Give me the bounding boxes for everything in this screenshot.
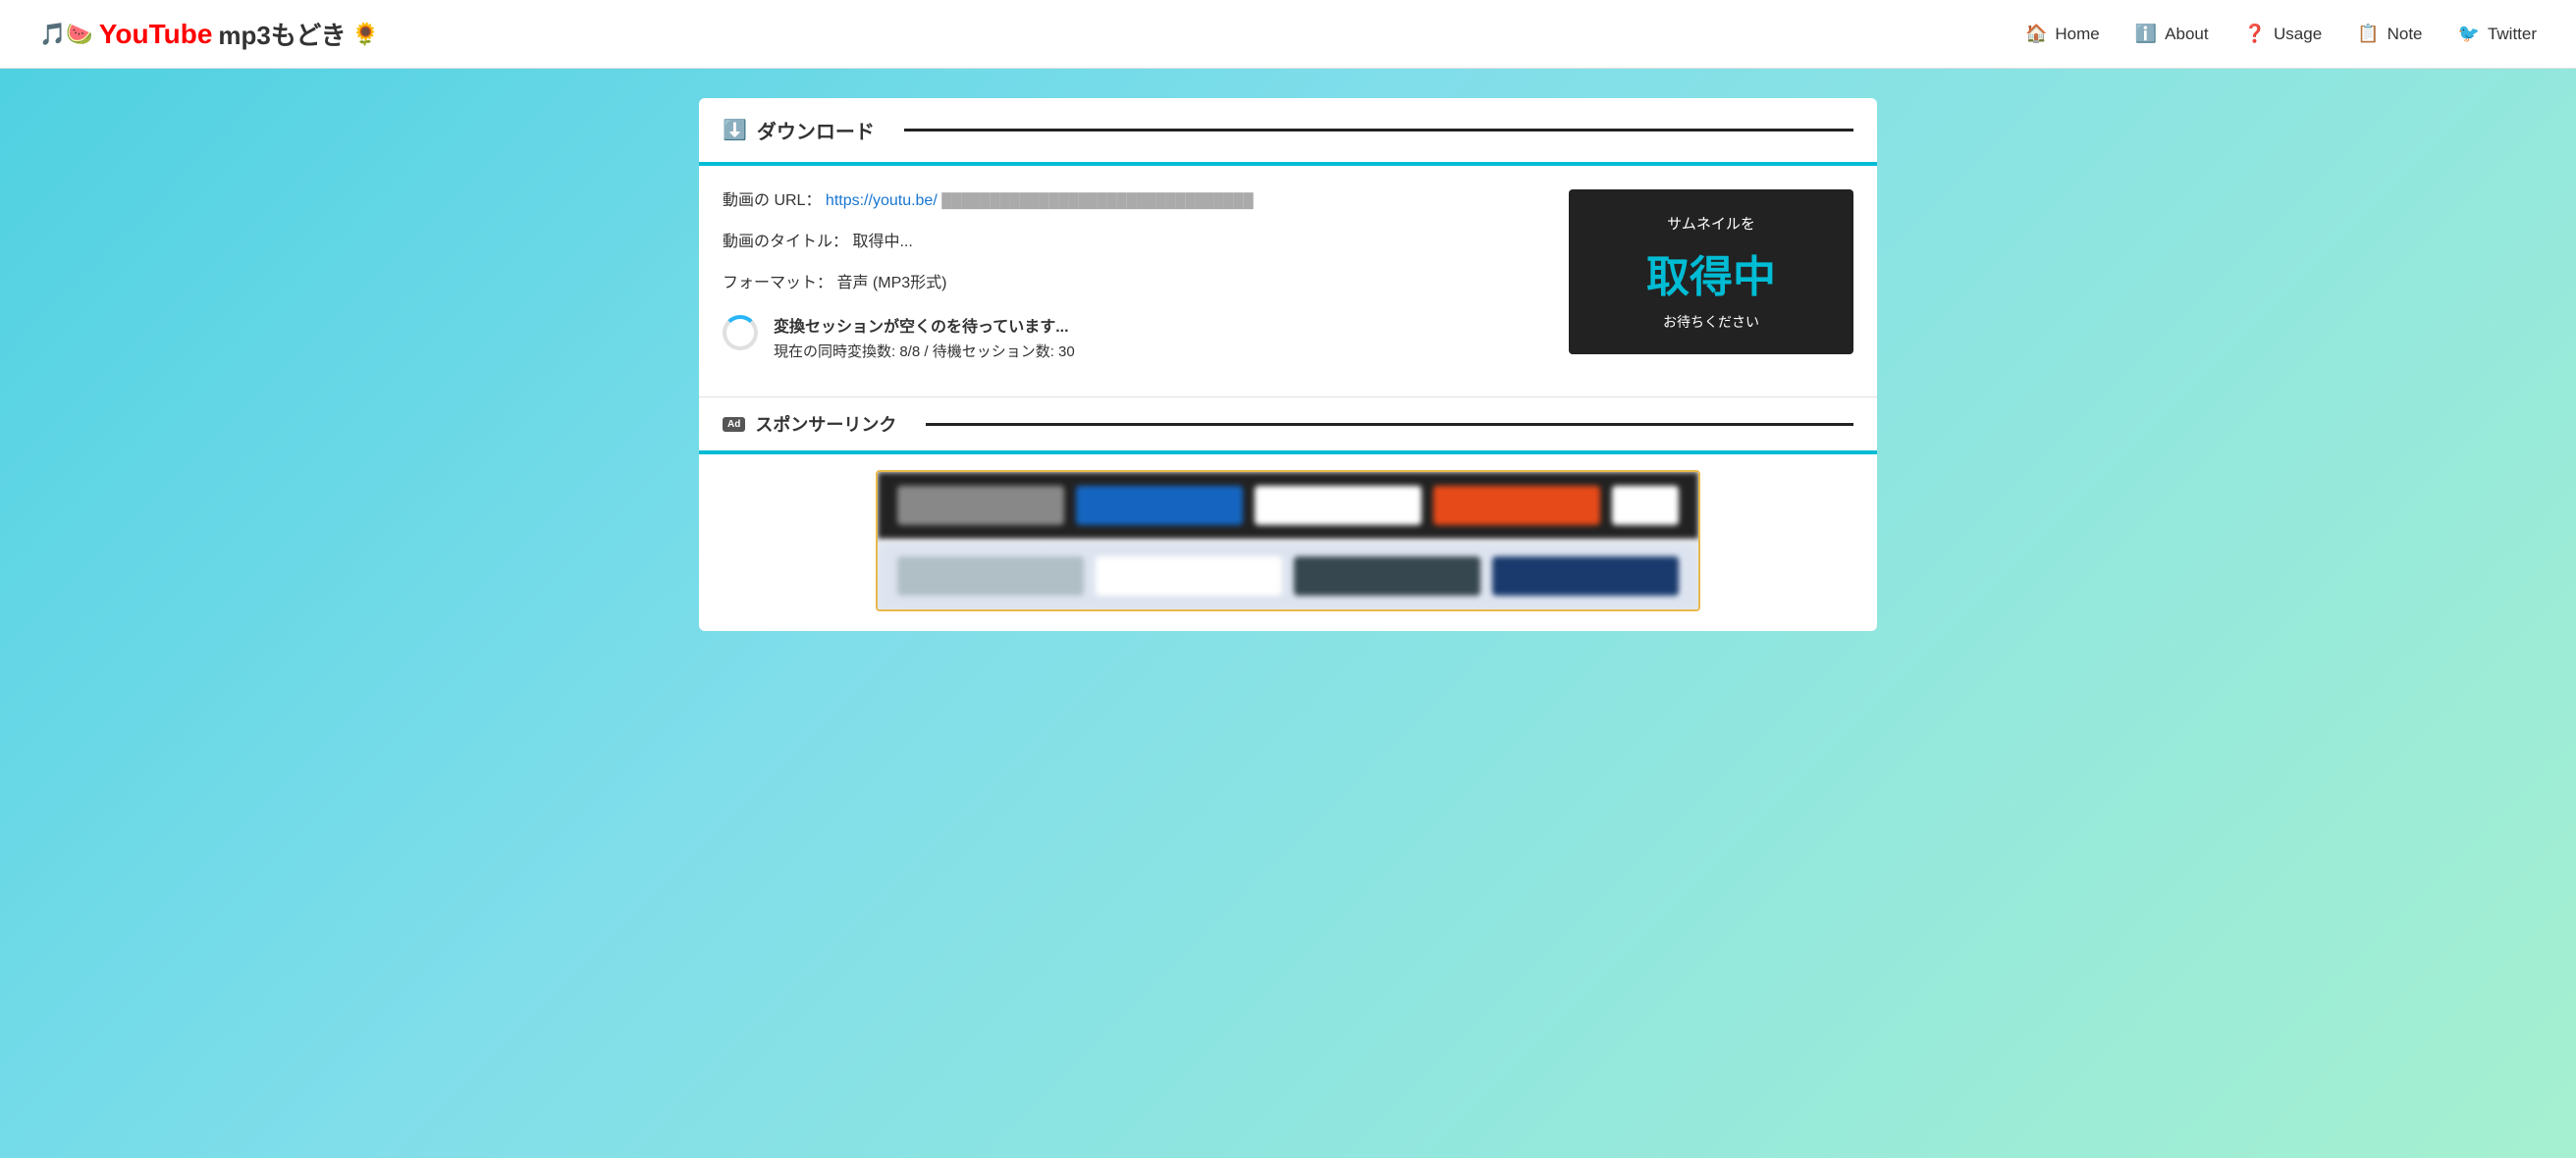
home-icon: 🏠 <box>2025 24 2047 44</box>
note-icon: 📋 <box>2357 24 2379 44</box>
logo-youtube: YouTube <box>99 19 213 50</box>
logo: 🎵🍉 YouTube mp3もどき 🌻 <box>39 16 379 52</box>
ad-row-1 <box>878 472 1698 539</box>
ad-block-4 <box>1433 486 1600 525</box>
main-wrapper: ⬇️ ダウンロード 動画の URL： https://youtu.be/ ███… <box>0 69 2576 660</box>
ad-area <box>699 454 1877 631</box>
waiting-text: 変換セッションが空くのを待っています... 現在の同時変換数: 8/8 / 待機… <box>774 313 1075 365</box>
title-row: 動画のタイトル： 取得中... <box>723 231 1549 254</box>
format-label: フォーマット： <box>723 275 832 291</box>
nav-home[interactable]: 🏠 Home <box>2025 24 2100 44</box>
url-value[interactable]: https://youtu.be/ <box>826 192 938 209</box>
ad-inner <box>878 472 1698 609</box>
ad-block-3 <box>1255 486 1422 525</box>
url-row: 動画の URL： https://youtu.be/ █████████████… <box>723 189 1549 213</box>
main-nav: 🏠 Home ℹ️ About ❓ Usage 📋 Note 🐦 Twitter <box>2025 24 2537 44</box>
nav-note-label: Note <box>2388 25 2423 44</box>
url-blurred: ████████████████████████████████ <box>941 192 1253 208</box>
nav-about-label: About <box>2165 25 2208 44</box>
twitter-icon: 🐦 <box>2458 24 2480 44</box>
waiting-area: 変換セッションが空くのを待っています... 現在の同時変換数: 8/8 / 待機… <box>723 313 1549 365</box>
title-value: 取得中... <box>852 234 912 250</box>
logo-icon-left: 🎵🍉 <box>39 22 93 47</box>
about-icon: ℹ️ <box>2135 24 2157 44</box>
ad-block-8 <box>1294 556 1480 596</box>
title-label: 動画のタイトル： <box>723 234 848 250</box>
nav-twitter-label: Twitter <box>2488 25 2537 44</box>
sponsor-title: スポンサーリンク <box>755 411 896 437</box>
thumbnail-subtitle: サムネイルを <box>1667 213 1755 234</box>
nav-note[interactable]: 📋 Note <box>2357 24 2422 44</box>
section-divider <box>904 129 1853 132</box>
content-card: ⬇️ ダウンロード 動画の URL： https://youtu.be/ ███… <box>699 98 1877 631</box>
url-label: 動画の URL： <box>723 192 821 209</box>
nav-home-label: Home <box>2055 25 2099 44</box>
ad-block-5 <box>1612 486 1679 525</box>
loading-spinner <box>723 315 758 350</box>
nav-twitter[interactable]: 🐦 Twitter <box>2458 24 2537 44</box>
format-row: フォーマット： 音声 (MP3形式) <box>723 272 1549 295</box>
thumbnail-box: サムネイルを 取得中 お待ちください <box>1569 189 1853 354</box>
thumbnail-wait-text: お待ちください <box>1663 312 1759 332</box>
thumbnail-main-text: 取得中 <box>1646 241 1776 304</box>
download-info: 動画の URL： https://youtu.be/ █████████████… <box>699 166 1877 396</box>
waiting-detail: 現在の同時変換数: 8/8 / 待機セッション数: 30 <box>774 341 1075 361</box>
nav-about[interactable]: ℹ️ About <box>2135 24 2209 44</box>
header: 🎵🍉 YouTube mp3もどき 🌻 🏠 Home ℹ️ About ❓ Us… <box>0 0 2576 69</box>
download-icon: ⬇️ <box>723 118 747 142</box>
usage-icon: ❓ <box>2244 24 2266 44</box>
ad-row-2 <box>878 543 1698 609</box>
ad-badge: Ad <box>723 417 745 432</box>
download-section-header: ⬇️ ダウンロード <box>699 98 1877 166</box>
ad-block-7 <box>1096 556 1282 596</box>
logo-icon-right: 🌻 <box>352 22 379 47</box>
nav-usage-label: Usage <box>2274 25 2322 44</box>
ad-block-6 <box>897 556 1084 596</box>
sponsor-section-header: Ad スポンサーリンク <box>699 396 1877 454</box>
format-value: 音声 (MP3形式) <box>836 275 946 291</box>
sponsor-divider <box>926 423 1853 426</box>
ad-block-9 <box>1492 556 1679 596</box>
download-section-title: ダウンロード <box>757 116 875 144</box>
nav-usage[interactable]: ❓ Usage <box>2244 24 2323 44</box>
logo-sub: mp3もどき <box>218 16 346 52</box>
ad-block-1 <box>897 486 1064 525</box>
download-details: 動画の URL： https://youtu.be/ █████████████… <box>723 189 1549 381</box>
waiting-title: 変換セッションが空くのを待っています... <box>774 313 1075 337</box>
ad-container[interactable] <box>876 470 1700 611</box>
ad-block-2 <box>1076 486 1243 525</box>
